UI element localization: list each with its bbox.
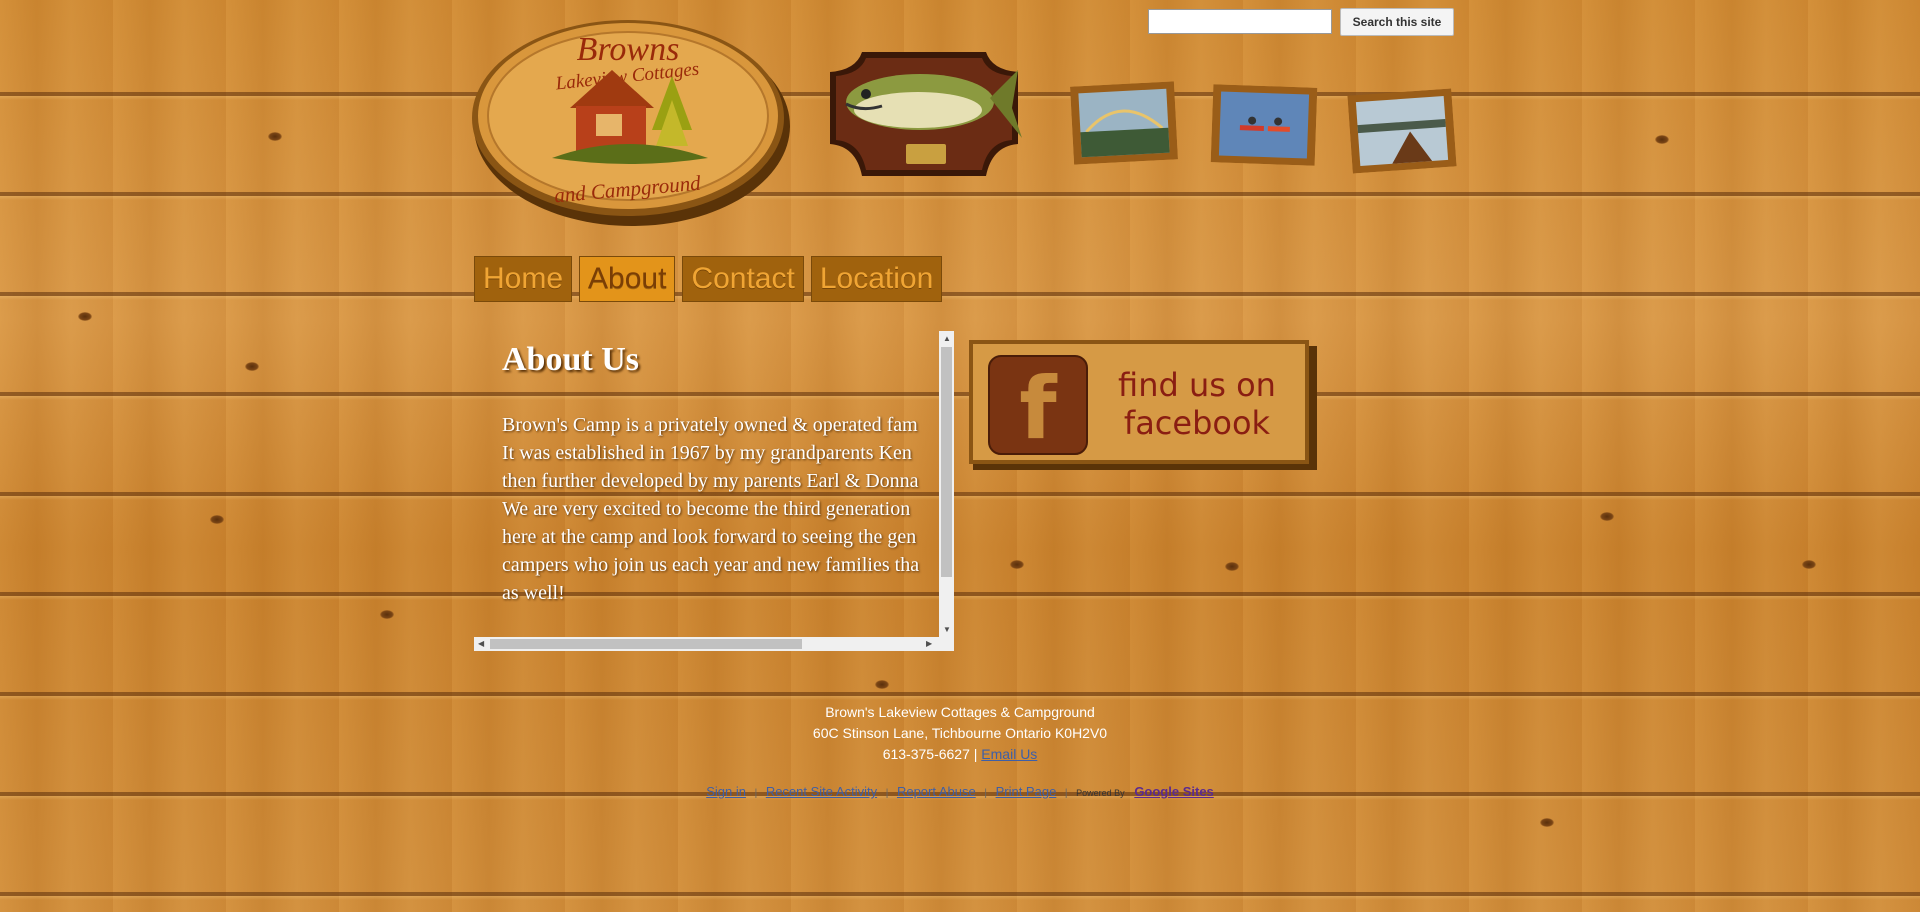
svg-text:facebook: facebook	[1124, 404, 1271, 442]
horizontal-scroll-thumb[interactable]	[490, 639, 802, 649]
footer-links: Sign in | Recent Site Activity | Report …	[0, 784, 1920, 799]
link-separator: |	[885, 788, 889, 799]
site-logo[interactable]: Browns Lakeview Cottages and Campground	[472, 10, 792, 228]
nav-contact[interactable]: Contact	[682, 256, 804, 302]
content-panel: About Us Brown's Camp is a privately own…	[474, 331, 954, 651]
wood-knot	[380, 610, 394, 619]
report-abuse-link[interactable]: Report Abuse	[897, 784, 976, 799]
wood-knot	[210, 515, 224, 524]
facebook-icon: f	[1019, 359, 1058, 459]
about-paragraph: Brown's Camp is a privately owned & oper…	[502, 411, 939, 607]
canoe-lake-photo	[1347, 88, 1457, 174]
scroll-down-icon[interactable]: ▼	[943, 625, 951, 635]
main-nav: Home About Contact Location	[474, 256, 943, 302]
link-separator: |	[754, 788, 758, 799]
about-line: then further developed by my parents Ear…	[502, 470, 919, 492]
recent-activity-link[interactable]: Recent Site Activity	[766, 784, 877, 799]
facebook-link[interactable]: f find us on facebook	[969, 340, 1317, 470]
scroll-left-icon[interactable]: ◀	[478, 639, 484, 649]
footer-address: 60C Stinson Lane, Tichbourne Ontario K0H…	[812, 725, 1108, 741]
footer-name: Brown's Lakeview Cottages & Campground	[825, 704, 1095, 720]
about-line: We are very excited to become the third …	[502, 498, 911, 520]
wood-knot	[1540, 818, 1554, 827]
powered-by-text: Powered By	[1076, 788, 1125, 798]
vertical-scroll-thumb[interactable]	[941, 347, 952, 577]
link-separator: |	[1064, 788, 1068, 799]
svg-text:find us on: find us on	[1118, 366, 1276, 404]
kayak-photo	[1210, 84, 1318, 166]
wood-knot	[875, 680, 889, 689]
nav-location[interactable]: Location	[810, 256, 943, 302]
search-button[interactable]: Search this site	[1340, 8, 1454, 36]
scroll-right-icon[interactable]: ▶	[926, 639, 932, 649]
page-title: About Us	[502, 341, 639, 378]
wood-knot	[268, 132, 282, 141]
wood-knot	[1655, 135, 1669, 144]
wood-knot	[1010, 560, 1024, 569]
sign-in-link[interactable]: Sign in	[706, 784, 746, 799]
nav-home[interactable]: Home	[474, 256, 573, 302]
horizontal-scrollbar[interactable]: ◀ ▶	[474, 637, 939, 651]
email-us-link[interactable]: Email Us	[981, 746, 1037, 762]
about-line: It was established in 1967 by my grandpa…	[502, 442, 912, 464]
wood-knot	[1600, 512, 1614, 521]
site-footer: Brown's Lakeview Cottages & Campground 6…	[0, 702, 1920, 765]
wood-knot	[245, 362, 259, 371]
nav-about[interactable]: About	[579, 256, 676, 302]
footer-contact: 613-375-6627 | Email Us	[0, 744, 1920, 765]
about-line: Brown's Camp is a privately owned & oper…	[502, 414, 918, 436]
wood-knot	[1802, 560, 1816, 569]
wood-knot	[78, 312, 92, 321]
link-separator: |	[984, 788, 987, 799]
print-page-link[interactable]: Print Page	[996, 784, 1057, 799]
fish-plaque-image	[822, 48, 1026, 178]
content-scroll-area[interactable]: About Us Brown's Camp is a privately own…	[474, 331, 939, 637]
about-line: as well!	[502, 582, 565, 604]
about-line: here at the camp and look forward to see…	[502, 526, 917, 548]
google-sites-link[interactable]: Google Sites	[1134, 784, 1213, 799]
scroll-up-icon[interactable]: ▲	[943, 334, 951, 344]
footer-phone: 613-375-6627 |	[882, 746, 978, 762]
about-line: campers who join us each year and new fa…	[502, 554, 920, 576]
rainbow-lake-photo	[1070, 81, 1178, 165]
wood-knot	[1225, 562, 1239, 571]
search-input[interactable]	[1148, 9, 1332, 34]
vertical-scrollbar[interactable]: ▲ ▼	[939, 331, 954, 651]
